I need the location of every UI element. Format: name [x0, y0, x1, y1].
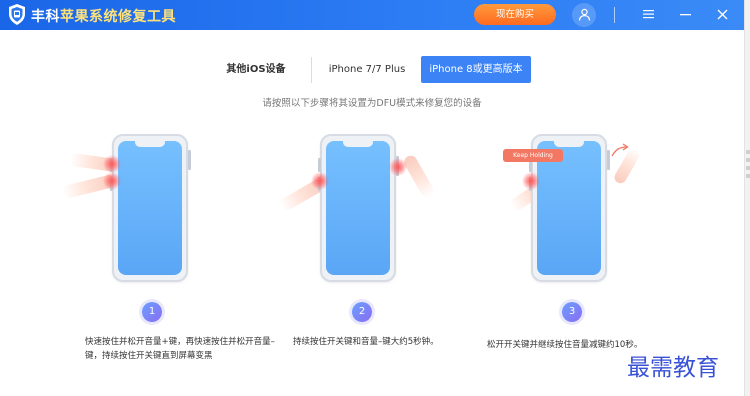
press-glow	[389, 158, 407, 176]
watermark: 最需教育	[627, 355, 719, 381]
tab-iphone-7[interactable]: iPhone 7/7 Plus	[321, 56, 413, 83]
step-1-text: 快速按住并松开音量+键，再快速按住并松开音量– 键，持续按住开关键直到屏幕变黑	[85, 337, 275, 361]
step-2-text: 持续按住开关键和音量–键大约5秒钟。	[293, 337, 439, 347]
phone-notch	[135, 141, 165, 147]
tab-divider	[311, 57, 312, 83]
minimize-icon[interactable]	[676, 5, 694, 23]
volume-up-key	[318, 158, 321, 172]
app-title: 丰科苹果系统修复工具	[31, 6, 176, 26]
step-3-text: 松开开关键并继续按住音量减键约10秒。	[487, 340, 643, 350]
phone-screen	[326, 141, 390, 275]
finger-graphic	[401, 153, 437, 200]
tab-other-ios-devices[interactable]: 其他iOS设备	[216, 56, 296, 83]
app-title-brand: 丰科	[31, 9, 60, 25]
step-2-badge: 2	[352, 302, 372, 322]
phone-notch	[343, 141, 373, 147]
side-key	[188, 150, 191, 170]
press-glow	[522, 172, 540, 190]
shield-logo-icon	[8, 4, 26, 25]
press-glow	[103, 155, 121, 173]
phone-notch	[554, 141, 584, 147]
app-title-product: 苹果系统修复工具	[60, 9, 176, 25]
user-account-button[interactable]	[572, 3, 596, 27]
instruction-text: 请按照以下步骤将其设置为DFU模式来修复您的设备	[262, 98, 482, 109]
phone-illustration	[320, 134, 396, 282]
press-glow	[311, 172, 329, 190]
close-icon[interactable]	[713, 5, 731, 23]
window-edge-scrollbar[interactable]	[744, 0, 750, 396]
phone-illustration	[112, 134, 188, 282]
step-1-badge: 1	[142, 302, 162, 322]
menu-icon[interactable]	[639, 5, 657, 23]
titlebar-divider	[614, 7, 615, 23]
keep-holding-bubble: Keep Holding	[503, 149, 563, 162]
title-bar: 丰科苹果系统修复工具 现在购买	[0, 0, 744, 30]
buy-now-button[interactable]: 现在购买	[474, 4, 556, 25]
tab-iphone-8-or-later[interactable]: iPhone 8或更高版本	[421, 56, 531, 83]
step-3-badge: 3	[562, 302, 582, 322]
phone-screen	[118, 141, 182, 275]
user-icon	[578, 6, 591, 25]
release-arrow-icon	[610, 143, 630, 163]
press-glow	[103, 172, 121, 190]
